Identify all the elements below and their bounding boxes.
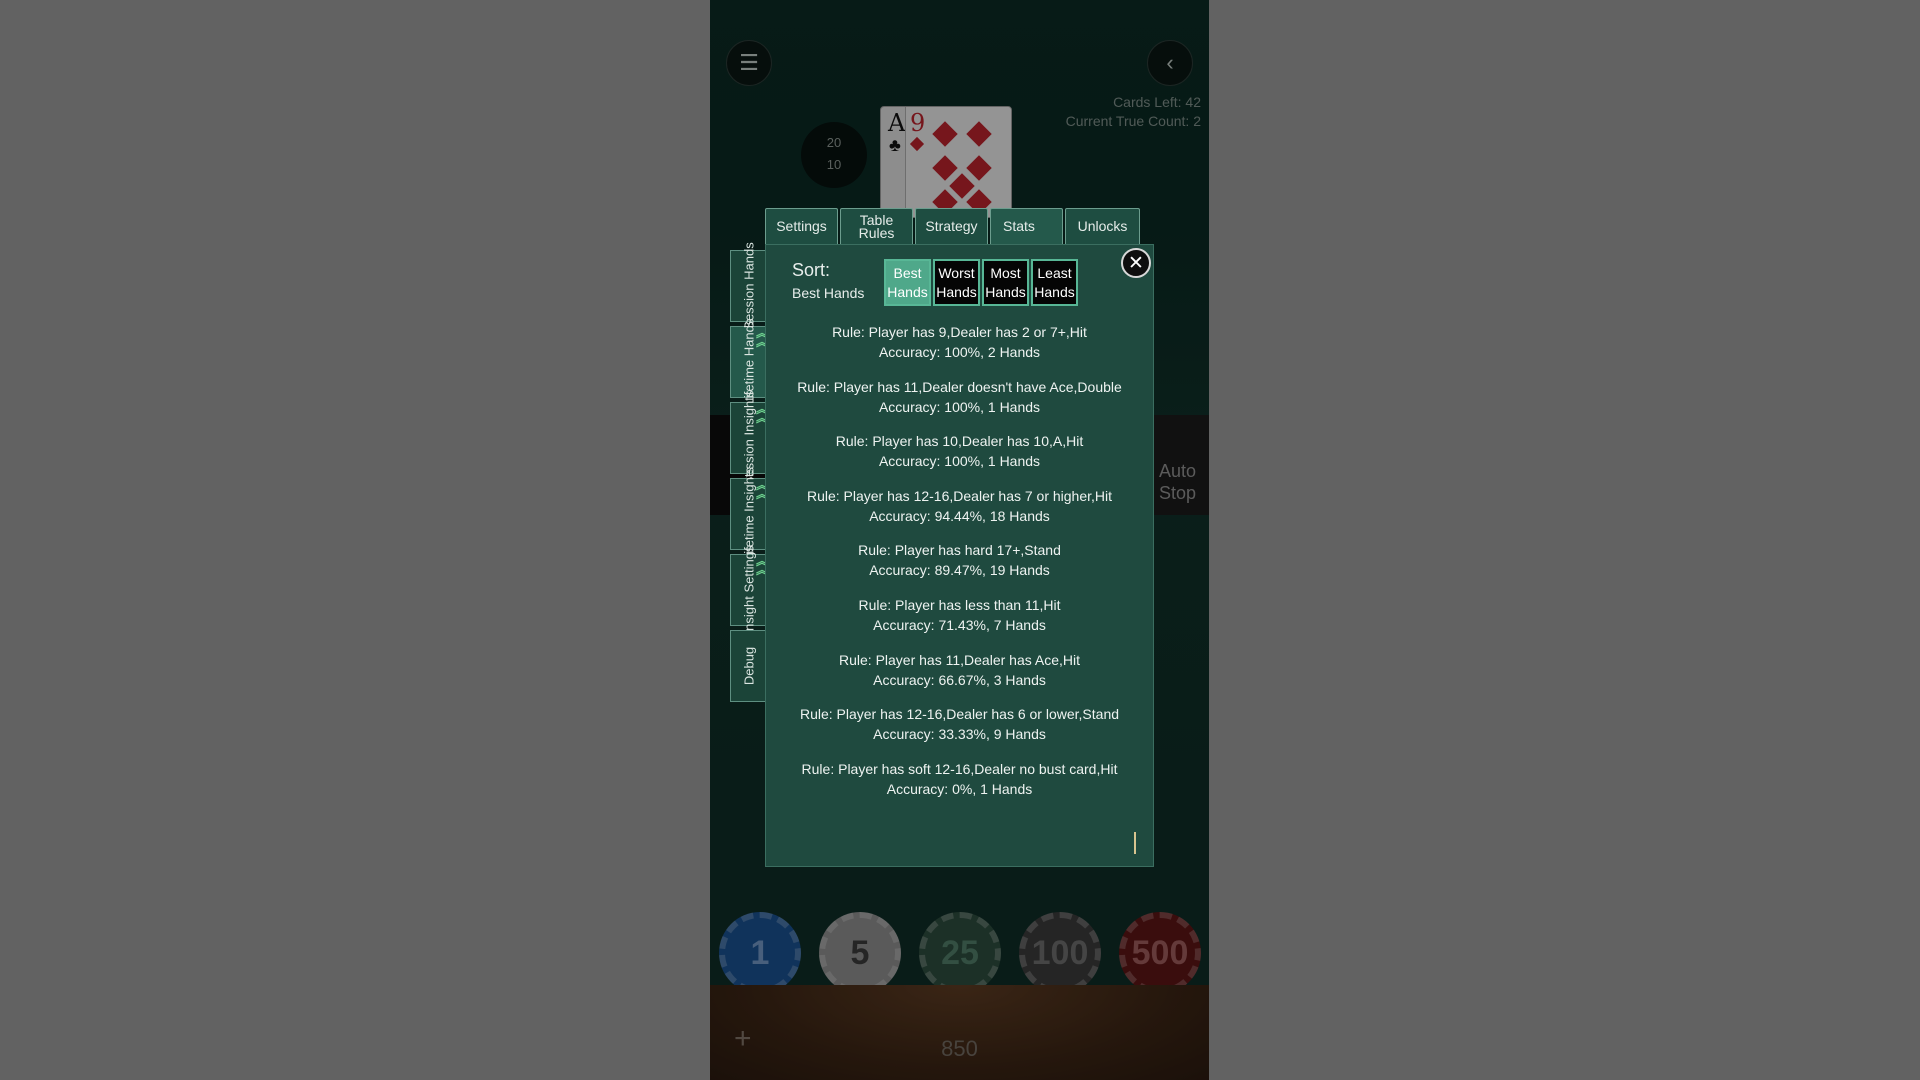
side-tab-insight-settings[interactable]: Insight Settings ︽ ︽ (730, 546, 768, 634)
sort-button-line: Hands (985, 284, 1026, 300)
side-tab-session-hands[interactable]: Session Hands (730, 242, 766, 330)
sort-title: Sort: (792, 260, 831, 280)
side-tab-session-insights[interactable]: Session Insights ︽ ︽ (730, 391, 768, 485)
tab-stats[interactable]: Stats (990, 208, 1063, 244)
list-item: Rule: Player has 12-16,Dealer has 6 or l… (776, 704, 1143, 759)
sort-least-hands-button[interactable]: Least Hands (1031, 259, 1078, 306)
sort-most-hands-button[interactable]: Most Hands (982, 259, 1029, 306)
scrollbar-handle[interactable] (1134, 832, 1136, 854)
rule-text: Rule: Player has 9,Dealer has 2 or 7+,Hi… (832, 324, 1087, 340)
rule-text: Rule: Player has 12-16,Dealer has 6 or l… (799, 706, 1120, 723)
side-tab-label: Session Hands (741, 242, 756, 330)
rule-accuracy: Accuracy: 33.33%, 9 Hands (873, 726, 1046, 743)
side-tab-label: Insight Settings (741, 545, 756, 635)
rule-text: Rule: Player has hard 17+,Stand (858, 542, 1061, 559)
list-item: Rule: Player has 9,Dealer has 2 or 7+,Hi… (776, 322, 1143, 377)
rule-text: Rule: Player has less than 11,Hit (858, 596, 1061, 613)
rules-list[interactable]: Rule: Player has 9,Dealer has 2 or 7+,Hi… (776, 322, 1143, 813)
rule-text: Rule: Player has 11,Dealer has Ace,Hit (839, 651, 1080, 668)
sort-worst-hands-button[interactable]: Worst Hands (933, 259, 980, 306)
rule-text: Rule: Player has 10,Dealer has 10,A,Hit (835, 433, 1084, 450)
list-item: Rule: Player has 10,Dealer has 10,A,Hit … (776, 431, 1143, 486)
sort-button-line: Least (1037, 265, 1072, 281)
tab-table-rules[interactable]: Table Rules (840, 208, 913, 244)
settings-tabs: Settings Table Rules Strategy Stats Unlo… (765, 208, 1140, 246)
rule-text: Rule: Player has soft 12-16,Dealer no bu… (801, 760, 1118, 777)
rule-accuracy: Accuracy: 100%, 1 Hands (878, 398, 1041, 415)
close-button[interactable]: ✕ (1121, 248, 1151, 278)
sort-button-line: Hands (936, 284, 977, 300)
tab-unlocks[interactable]: Unlocks (1065, 208, 1140, 244)
sort-current: Best Hands (792, 285, 865, 301)
rule-accuracy: Accuracy: 71.43%, 7 Hands (873, 616, 1046, 633)
rule-accuracy: Accuracy: 94.44%, 18 Hands (869, 507, 1050, 524)
list-item: Rule: Player has hard 17+,Stand Accuracy… (776, 540, 1143, 595)
rule-accuracy: Accuracy: 0%, 1 Hands (886, 780, 1033, 797)
rule-accuracy: Accuracy: 89.47%, 19 Hands (869, 562, 1050, 579)
sort-button-line: Best (893, 265, 922, 281)
rule-accuracy: Accuracy: 66.67%, 3 Hands (873, 671, 1046, 688)
sort-button-line: Most (990, 265, 1021, 281)
tab-settings[interactable]: Settings (765, 208, 838, 244)
side-tab-lifetime-insights[interactable]: Lifetime Insights ︽ ︽ (730, 467, 768, 561)
list-item: Rule: Player has soft 12-16,Dealer no bu… (776, 759, 1143, 814)
close-icon: ✕ (1128, 252, 1144, 274)
list-item: Rule: Player has 12-16,Dealer has 7 or h… (776, 486, 1143, 541)
sort-best-hands-button[interactable]: Best Hands (884, 259, 931, 306)
sort-button-line: Hands (887, 284, 928, 300)
list-item: Rule: Player has 11,Dealer has Ace,Hit A… (776, 650, 1143, 705)
rule-text: Rule: Player has 11,Dealer doesn't have … (797, 378, 1122, 395)
side-tab-label: Debug (741, 646, 756, 686)
list-item: Rule: Player has 11,Dealer doesn't have … (776, 377, 1143, 432)
side-tab-debug[interactable]: Debug (730, 630, 766, 702)
sort-button-line: Hands (1034, 284, 1075, 300)
rule-text: Rule: Player has 12-16,Dealer has 7 or h… (806, 487, 1113, 504)
side-tab-lifetime-hands[interactable]: Lifetime Hands ︽ ︽ (730, 319, 768, 405)
sort-button-line: Worst (938, 265, 975, 281)
tab-strategy[interactable]: Strategy (915, 208, 988, 244)
rule-accuracy: Accuracy: 100%, 2 Hands (878, 344, 1041, 360)
list-item: Rule: Player has less than 11,Hit Accura… (776, 595, 1143, 650)
sort-buttons: Best Hands Worst Hands Most Hands Least … (884, 259, 1078, 306)
rule-accuracy: Accuracy: 100%, 1 Hands (878, 453, 1041, 470)
